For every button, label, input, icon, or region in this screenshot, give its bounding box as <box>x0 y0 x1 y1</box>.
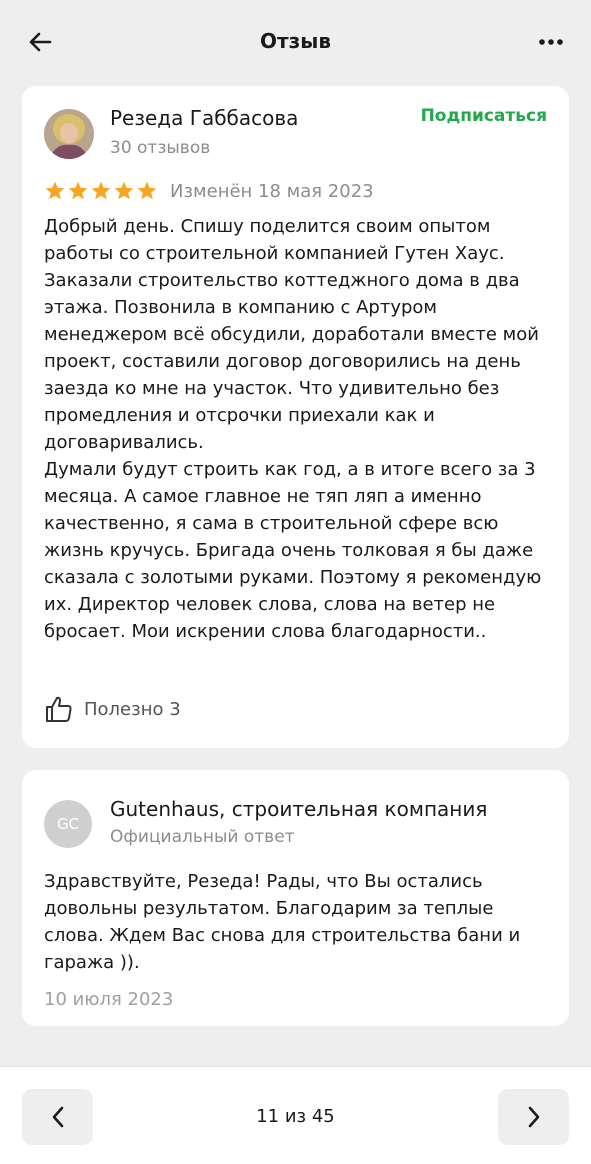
star-icon <box>114 181 134 200</box>
reviews-count: 30 отзывов <box>110 138 211 158</box>
official-reply-label: Официальный ответ <box>110 827 295 847</box>
useful-button[interactable]: Полезно 3 <box>44 693 181 725</box>
pagination-bar: 11 из 45 <box>0 1066 591 1164</box>
review-text: Добрый день. Спишу поделится своим опыто… <box>44 216 542 642</box>
star-icon <box>68 181 88 200</box>
author-name[interactable]: Резеда Габбасова <box>110 106 298 130</box>
more-button[interactable] <box>531 28 571 56</box>
reply-date: 10 июля 2023 <box>44 989 174 1010</box>
user-photo <box>44 109 94 159</box>
avatar[interactable] <box>44 109 94 159</box>
chevron-right-icon <box>528 1106 539 1128</box>
next-button[interactable] <box>498 1089 569 1145</box>
company-name[interactable]: Gutenhaus, строительная компания <box>110 797 487 821</box>
more-horizontal-icon <box>539 39 563 45</box>
star-icon <box>137 181 157 200</box>
reply-text: Здравствуйте, Резеда! Рады, что Вы остал… <box>44 871 521 973</box>
subscribe-button[interactable]: Подписаться <box>421 106 547 126</box>
edited-date: Изменён 18 мая 2023 <box>170 180 374 202</box>
official-reply-card: GC Gutenhaus, строительная компания Офиц… <box>22 770 569 1026</box>
useful-label: Полезно 3 <box>84 698 181 720</box>
rating-row: Изменён 18 мая 2023 <box>44 180 374 202</box>
page-title: Отзыв <box>260 29 331 53</box>
thumbs-up-icon <box>46 696 72 722</box>
star-icon <box>91 181 111 200</box>
top-bar: Отзыв <box>0 0 591 84</box>
star-icon <box>45 181 65 200</box>
star-rating <box>44 180 158 202</box>
company-avatar: GC <box>44 800 92 848</box>
review-card: Резеда Габбасова 30 отзывов Подписаться … <box>22 86 569 748</box>
